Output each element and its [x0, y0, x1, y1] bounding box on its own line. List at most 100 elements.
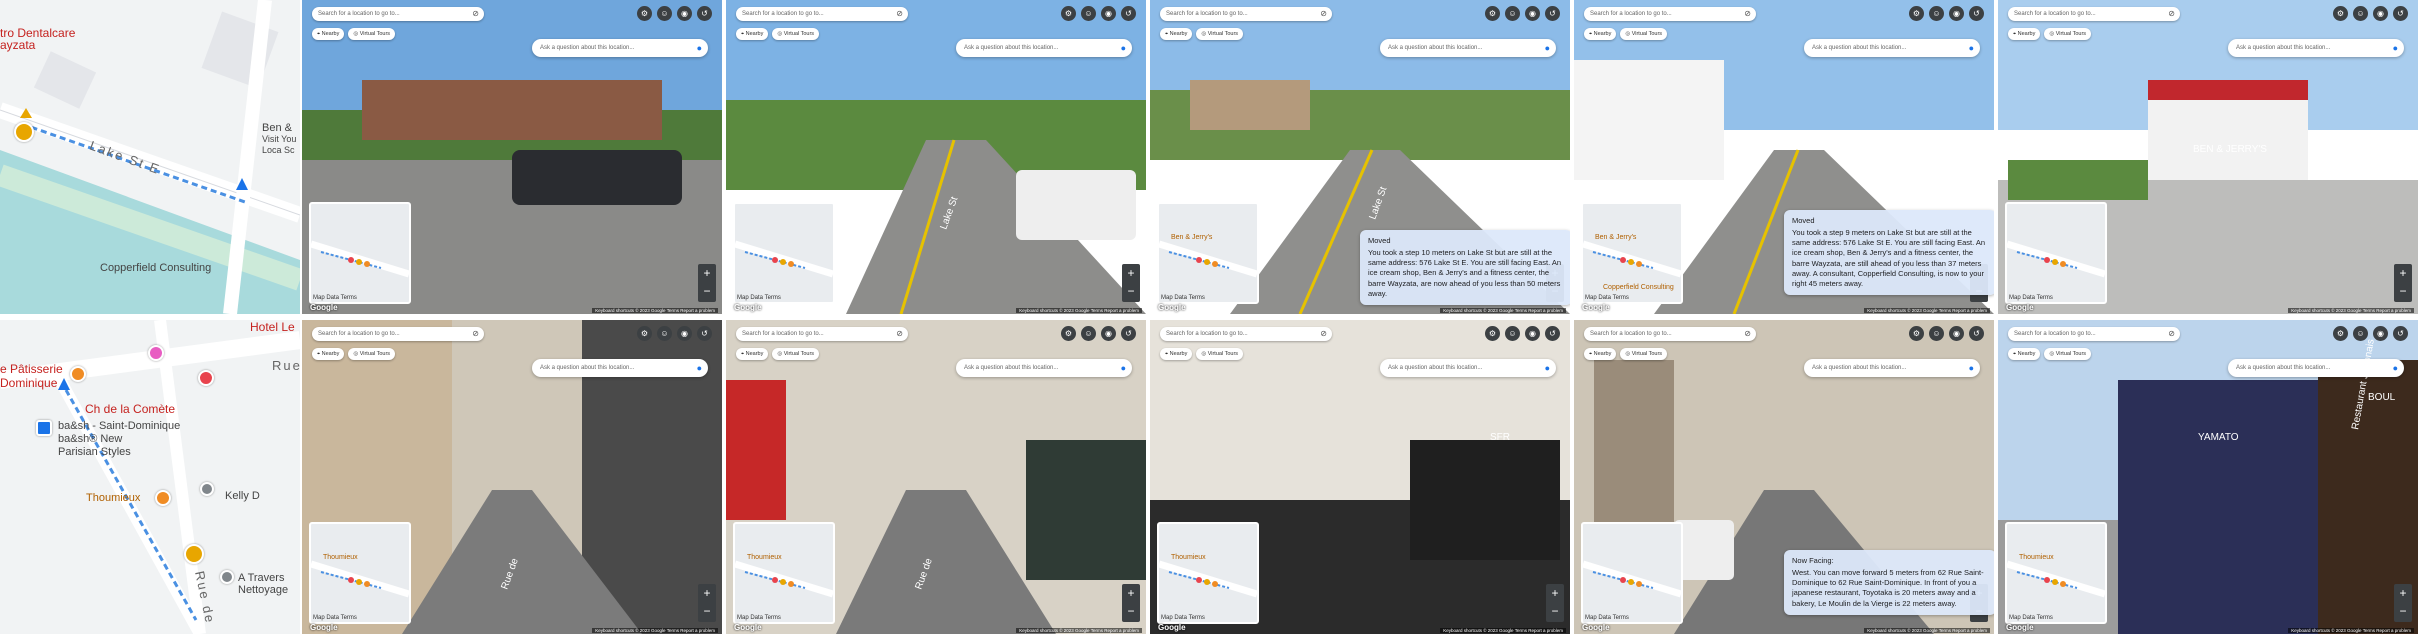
- history-icon[interactable]: ↺: [2393, 6, 2408, 21]
- footer[interactable]: Keyboard shortcuts © 2023 Google Terms R…: [1864, 308, 1990, 313]
- history-icon[interactable]: ↺: [1121, 6, 1136, 21]
- ask-input[interactable]: Ask a question about this location... ●: [2228, 39, 2404, 57]
- street-view-frame[interactable]: Rue de Search for a location to go to...…: [300, 320, 722, 634]
- footer[interactable]: Keyboard shortcuts © 2023 Google Terms R…: [1016, 308, 1142, 313]
- clear-icon[interactable]: ⊘: [896, 7, 903, 21]
- settings-icon[interactable]: ⚙: [1061, 6, 1076, 21]
- ask-input[interactable]: Ask a question about this location... ●: [1804, 39, 1980, 57]
- nearby-button[interactable]: ⌖ Nearby: [2008, 348, 2041, 360]
- clear-icon[interactable]: ⊘: [1744, 327, 1751, 341]
- history-icon[interactable]: ↺: [697, 6, 712, 21]
- settings-icon[interactable]: ⚙: [2333, 6, 2348, 21]
- mini-map[interactable]: Thoumieux Map Data Terms: [1157, 522, 1259, 624]
- zoom-control[interactable]: +−: [1122, 264, 1140, 302]
- footer[interactable]: Keyboard shortcuts © 2023 Google Terms R…: [2288, 628, 2414, 633]
- mini-map[interactable]: Map Data Terms: [733, 202, 835, 304]
- mic-icon[interactable]: ●: [1969, 359, 1974, 377]
- mini-map[interactable]: Thoumieux Map Data Terms: [2005, 522, 2107, 624]
- compass-icon[interactable]: ◉: [677, 326, 692, 341]
- virtual-tours-button[interactable]: ◎ Virtual Tours: [348, 28, 396, 40]
- clear-icon[interactable]: ⊘: [2168, 7, 2175, 21]
- compass-icon[interactable]: ◉: [2373, 326, 2388, 341]
- street-view-frame[interactable]: Search for a location to go to... ⊘ ⌖ Nea…: [1572, 320, 1994, 634]
- compass-icon[interactable]: ◉: [677, 6, 692, 21]
- nearby-button[interactable]: ⌖ Nearby: [736, 348, 769, 360]
- clear-icon[interactable]: ⊘: [2168, 327, 2175, 341]
- virtual-tours-button[interactable]: ◎ Virtual Tours: [1620, 348, 1668, 360]
- compass-icon[interactable]: ◉: [1101, 6, 1116, 21]
- nearby-button[interactable]: ⌖ Nearby: [312, 348, 345, 360]
- ask-input[interactable]: Ask a question about this location... ●: [532, 39, 708, 57]
- footer[interactable]: Keyboard shortcuts © 2023 Google Terms R…: [2288, 308, 2414, 313]
- mic-icon[interactable]: ●: [1545, 359, 1550, 377]
- clear-icon[interactable]: ⊘: [1744, 7, 1751, 21]
- mini-map[interactable]: Map Data Terms: [2005, 202, 2107, 304]
- footer[interactable]: Keyboard shortcuts © 2023 Google Terms R…: [1864, 628, 1990, 633]
- search-input[interactable]: Search for a location to go to... ⊘: [312, 7, 484, 21]
- nearby-button[interactable]: ⌖ Nearby: [736, 28, 769, 40]
- ask-input[interactable]: Ask a question about this location... ●: [1380, 359, 1556, 377]
- zoom-in-button[interactable]: +: [1122, 264, 1140, 282]
- history-icon[interactable]: ↺: [1121, 326, 1136, 341]
- account-icon[interactable]: ☺: [1081, 6, 1096, 21]
- mic-icon[interactable]: ●: [697, 359, 702, 377]
- zoom-out-button[interactable]: −: [1546, 602, 1564, 620]
- mic-icon[interactable]: ●: [2393, 39, 2398, 57]
- nearby-button[interactable]: ⌖ Nearby: [2008, 28, 2041, 40]
- footer[interactable]: Keyboard shortcuts © 2023 Google Terms R…: [592, 628, 718, 633]
- virtual-tours-button[interactable]: ◎ Virtual Tours: [2044, 348, 2092, 360]
- street-view-frame[interactable]: Rue de Search for a location to go to...…: [724, 320, 1146, 634]
- mini-map[interactable]: Map Data Terms: [1581, 522, 1683, 624]
- zoom-out-button[interactable]: −: [2394, 602, 2412, 620]
- footer[interactable]: Keyboard shortcuts © 2023 Google Terms R…: [1016, 628, 1142, 633]
- search-input[interactable]: Search for a location to go to... ⊘: [1584, 7, 1756, 21]
- zoom-out-button[interactable]: −: [698, 282, 716, 300]
- zoom-out-button[interactable]: −: [698, 602, 716, 620]
- street-view-frame[interactable]: Lake St Search for a location to go to..…: [1148, 0, 1570, 314]
- account-icon[interactable]: ☺: [2353, 6, 2368, 21]
- clear-icon[interactable]: ⊘: [1320, 7, 1327, 21]
- settings-icon[interactable]: ⚙: [1909, 6, 1924, 21]
- zoom-control[interactable]: +−: [2394, 264, 2412, 302]
- virtual-tours-button[interactable]: ◎ Virtual Tours: [348, 348, 396, 360]
- ask-input[interactable]: Ask a question about this location... ●: [2228, 359, 2404, 377]
- virtual-tours-button[interactable]: ◎ Virtual Tours: [1620, 28, 1668, 40]
- history-icon[interactable]: ↺: [697, 326, 712, 341]
- mini-map[interactable]: Thoumieux Map Data Terms: [309, 522, 411, 624]
- clear-icon[interactable]: ⊘: [896, 327, 903, 341]
- zoom-in-button[interactable]: +: [698, 264, 716, 282]
- account-icon[interactable]: ☺: [1505, 326, 1520, 341]
- ask-input[interactable]: Ask a question about this location... ●: [956, 359, 1132, 377]
- virtual-tours-button[interactable]: ◎ Virtual Tours: [1196, 348, 1244, 360]
- zoom-control[interactable]: +−: [1122, 584, 1140, 622]
- street-view-frame[interactable]: BEN & JERRY'S Search for a location to g…: [1996, 0, 2418, 314]
- account-icon[interactable]: ☺: [1929, 326, 1944, 341]
- ask-input[interactable]: Ask a question about this location... ●: [532, 359, 708, 377]
- mini-map[interactable]: Ben & Jerry's Copperfield Consulting Map …: [1581, 202, 1683, 304]
- mini-map[interactable]: Thoumieux Map Data Terms: [733, 522, 835, 624]
- history-icon[interactable]: ↺: [1545, 326, 1560, 341]
- account-icon[interactable]: ☺: [1081, 326, 1096, 341]
- account-icon[interactable]: ☺: [2353, 326, 2368, 341]
- footer[interactable]: Keyboard shortcuts © 2023 Google Terms R…: [1440, 628, 1566, 633]
- clear-icon[interactable]: ⊘: [1320, 327, 1327, 341]
- nearby-button[interactable]: ⌖ Nearby: [1160, 348, 1193, 360]
- search-input[interactable]: Search for a location to go to... ⊘: [1160, 327, 1332, 341]
- mic-icon[interactable]: ●: [1969, 39, 1974, 57]
- settings-icon[interactable]: ⚙: [1485, 6, 1500, 21]
- mic-icon[interactable]: ●: [1121, 359, 1126, 377]
- history-icon[interactable]: ↺: [1545, 6, 1560, 21]
- street-view-frame[interactable]: SFR Search for a location to go to... ⊘ ⌖…: [1148, 320, 1570, 634]
- zoom-in-button[interactable]: +: [698, 584, 716, 602]
- settings-icon[interactable]: ⚙: [637, 6, 652, 21]
- map-panel[interactable]: Hotel Le e Pâtisserie Dominique Rue Ch d…: [0, 320, 300, 634]
- zoom-in-button[interactable]: +: [2394, 584, 2412, 602]
- history-icon[interactable]: ↺: [2393, 326, 2408, 341]
- zoom-in-button[interactable]: +: [1122, 584, 1140, 602]
- account-icon[interactable]: ☺: [657, 6, 672, 21]
- clear-icon[interactable]: ⊘: [472, 327, 479, 341]
- nearby-button[interactable]: ⌖ Nearby: [1584, 348, 1617, 360]
- account-icon[interactable]: ☺: [1929, 6, 1944, 21]
- settings-icon[interactable]: ⚙: [637, 326, 652, 341]
- mini-map[interactable]: Ben & Jerry's Map Data Terms: [1157, 202, 1259, 304]
